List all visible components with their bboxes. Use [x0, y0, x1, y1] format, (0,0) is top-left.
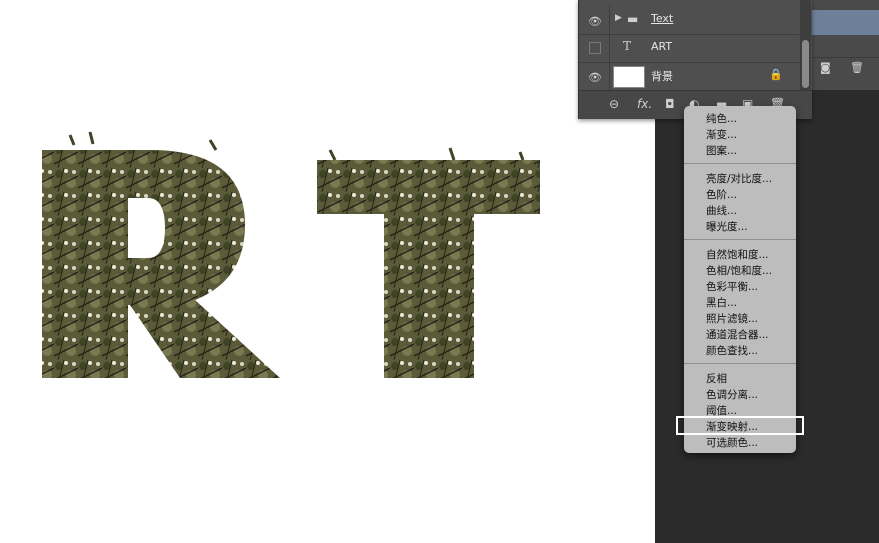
folder-icon: ▬: [627, 12, 639, 26]
menu-item[interactable]: 亮度/对比度...: [706, 171, 772, 186]
layer-thumbnail: [613, 66, 645, 88]
menu-item[interactable]: 照片滤镜...: [706, 311, 758, 326]
menu-item[interactable]: 反相: [706, 371, 727, 386]
menu-item[interactable]: 曝光度...: [706, 219, 748, 234]
menu-item[interactable]: 渐变...: [706, 127, 737, 142]
menu-item[interactable]: 通道混合器...: [706, 327, 769, 342]
menu-item[interactable]: 色阶...: [706, 187, 737, 202]
expand-triangle-icon[interactable]: ▶: [615, 13, 622, 23]
menu-item[interactable]: 色调分离...: [706, 387, 758, 402]
layers-panel: 👁 ▶ ▬ Text T ART 👁 背景 🔒 ⊖ fx. ◘ ◐ ▬ ▣ 🗑: [578, 0, 812, 119]
letter-t: [317, 147, 540, 378]
lock-icon: 🔒: [769, 68, 783, 81]
visibility-toggle[interactable]: [579, 34, 610, 62]
adjustment-layer-menu: 纯色... 渐变... 图案... 亮度/对比度... 色阶... 曲线... …: [684, 106, 796, 453]
hidden-box-icon[interactable]: [589, 42, 601, 54]
menu-item[interactable]: 色彩平衡...: [706, 279, 758, 294]
scroll-thumb[interactable]: [802, 40, 809, 88]
visibility-toggle[interactable]: 👁: [579, 62, 610, 90]
menu-item[interactable]: 黑白...: [706, 295, 737, 310]
scrollbar[interactable]: [800, 0, 811, 90]
menu-separator: [684, 363, 796, 364]
layer-name[interactable]: ART: [651, 40, 672, 53]
menu-item[interactable]: 颜色查找...: [706, 343, 758, 358]
secondary-panel-toolbar: ◙ 🗑: [812, 57, 879, 80]
menu-separator: [684, 239, 796, 240]
menu-item[interactable]: 色相/饱和度...: [706, 263, 772, 278]
art-text-image: [42, 131, 540, 378]
highlight-box: [676, 416, 804, 435]
camera-icon[interactable]: ◙: [820, 61, 831, 74]
eye-icon[interactable]: 👁: [588, 71, 602, 84]
layer-row-text-group[interactable]: 👁 ▶ ▬ Text: [579, 6, 799, 35]
link-icon[interactable]: ⊖: [609, 97, 619, 111]
mask-icon[interactable]: ◘: [665, 97, 675, 111]
trash-icon[interactable]: 🗑: [850, 61, 864, 74]
fx-icon[interactable]: fx.: [637, 97, 652, 111]
layer-row-background[interactable]: 👁 背景 🔒: [579, 62, 799, 91]
menu-item[interactable]: 图案...: [706, 143, 737, 158]
secondary-panel: ◙ 🗑: [812, 0, 879, 90]
menu-item[interactable]: 纯色...: [706, 111, 737, 126]
layer-row-art[interactable]: T ART: [579, 34, 799, 63]
layer-name[interactable]: Text: [651, 12, 673, 25]
visibility-toggle[interactable]: 👁: [579, 6, 610, 34]
letter-r: [42, 131, 280, 378]
menu-item[interactable]: 可选颜色...: [706, 435, 758, 450]
menu-item[interactable]: 曲线...: [706, 203, 737, 218]
layer-name[interactable]: 背景: [651, 68, 673, 84]
document-canvas[interactable]: [0, 0, 655, 543]
eye-icon[interactable]: 👁: [588, 15, 602, 28]
menu-item[interactable]: 自然饱和度...: [706, 247, 769, 262]
text-t-icon: T: [623, 39, 632, 53]
menu-separator: [684, 163, 796, 164]
selected-row[interactable]: [812, 10, 879, 35]
